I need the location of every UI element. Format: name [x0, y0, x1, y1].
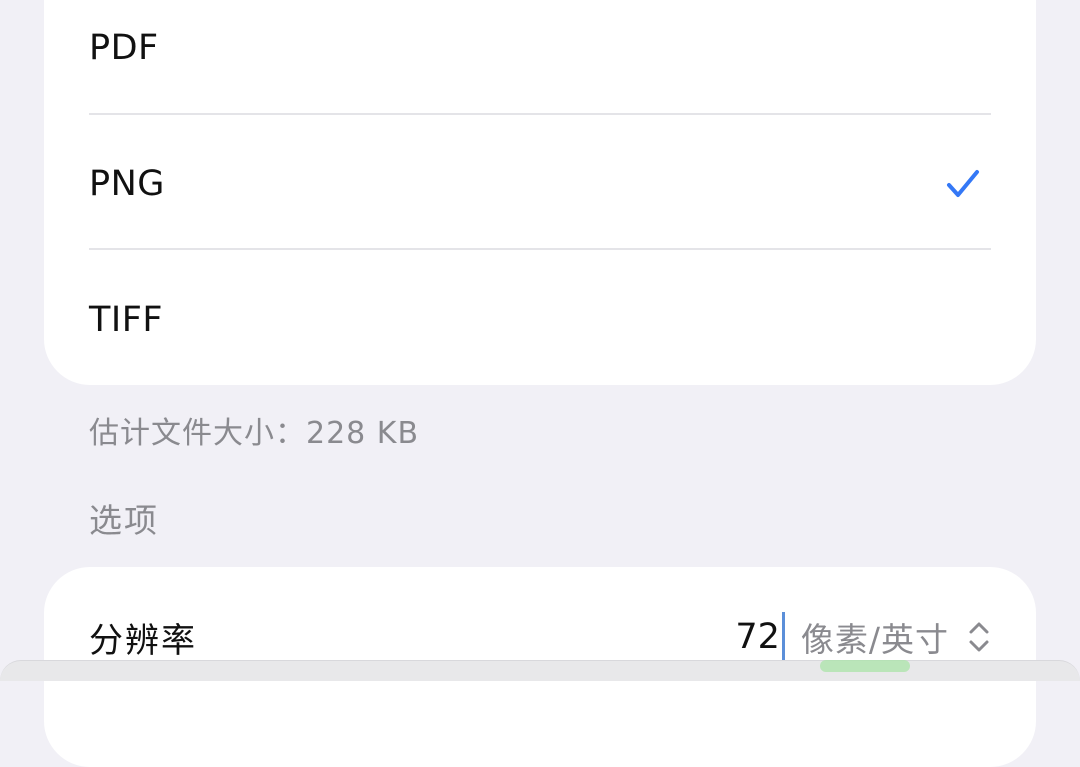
bottom-sheet-edge	[0, 660, 1080, 681]
resolution-unit: 像素/英寸	[800, 620, 949, 659]
resolution-input[interactable]	[733, 617, 780, 657]
checkmark-icon	[947, 169, 979, 197]
options-section-title: 选项	[89, 501, 159, 540]
chevron-up-down-icon[interactable]	[967, 619, 991, 655]
resolution-label: 分辨率	[89, 620, 197, 661]
format-option-tiff[interactable]: TIFF	[89, 252, 991, 387]
format-option-label: PDF	[89, 27, 159, 68]
estimated-file-size: 估计文件大小：228 KB	[89, 416, 420, 451]
format-option-label: PNG	[89, 163, 165, 204]
format-option-pdf[interactable]: PDF	[89, 0, 991, 115]
format-option-label: TIFF	[89, 299, 163, 340]
divider	[89, 248, 991, 250]
format-list-card: PDF PNG TIFF	[44, 0, 1036, 385]
divider	[89, 113, 991, 115]
resolution-control: 像素/英寸	[733, 612, 991, 662]
text-caret	[781, 612, 785, 662]
bottom-sheet-accent	[820, 660, 910, 672]
format-option-png[interactable]: PNG	[89, 116, 991, 251]
